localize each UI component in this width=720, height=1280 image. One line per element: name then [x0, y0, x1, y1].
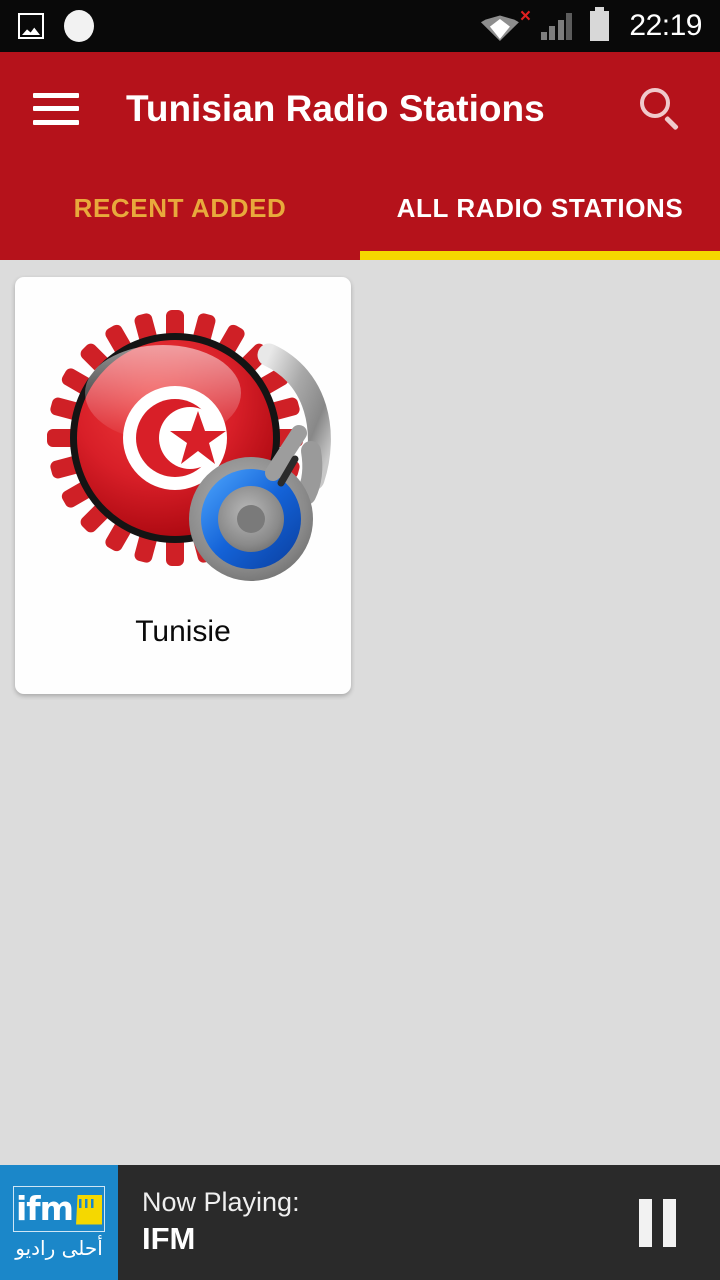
screenshot-icon: [18, 13, 44, 39]
status-bar: × 22:19: [0, 0, 720, 52]
station-card-tunisie[interactable]: Tunisie: [15, 277, 351, 694]
ifm-logo-text: ifm: [15, 1189, 74, 1228]
station-card-label: Tunisie: [135, 615, 231, 648]
notification-circle-icon: [64, 10, 94, 42]
ifm-logo-flag-icon: [76, 1194, 103, 1225]
tab-all-radio-stations[interactable]: ALL RADIO STATIONS: [360, 165, 720, 260]
error-x-icon: ×: [519, 6, 531, 27]
status-bar-right-icons: × 22:19: [480, 7, 702, 43]
ifm-logo-arabic-tagline: أحلى راديو: [15, 1235, 103, 1260]
search-icon[interactable]: [638, 86, 684, 132]
now-playing-info: Now Playing: IFM: [142, 1186, 300, 1259]
wifi-vpn-icon: ×: [480, 7, 531, 41]
ifm-logo-box: ifm: [13, 1185, 105, 1232]
tab-recent-added-label: RECENT ADDED: [73, 193, 287, 223]
tunisia-flag-headphones-icon: [33, 283, 333, 613]
app-bar: Tunisian Radio Stations: [0, 52, 720, 165]
station-logo-ifm[interactable]: ifm أحلى راديو: [0, 1165, 118, 1280]
hamburger-menu-icon[interactable]: [33, 92, 79, 125]
signal-bars-icon: [540, 12, 573, 40]
app-screen: × 22:19 Tunisian Radio Stations RECENT A…: [0, 0, 720, 1280]
page-title: Tunisian Radio Stations: [126, 87, 545, 129]
status-bar-left-icons: [18, 10, 94, 42]
status-bar-clock: 22:19: [629, 9, 702, 42]
tab-bar: RECENT ADDED ALL RADIO STATIONS: [0, 165, 720, 260]
station-grid: Tunisie: [0, 260, 720, 1165]
tab-all-radio-stations-label: ALL RADIO STATIONS: [396, 193, 684, 223]
tab-recent-added[interactable]: RECENT ADDED: [0, 165, 360, 260]
now-playing-bar: ifm أحلى راديو Now Playing: IFM: [0, 1165, 720, 1280]
battery-icon: [590, 7, 610, 41]
now-playing-label: Now Playing:: [142, 1187, 300, 1218]
now-playing-station-name: IFM: [142, 1221, 196, 1256]
tab-active-indicator: [360, 251, 720, 260]
pause-icon[interactable]: [639, 1198, 676, 1247]
